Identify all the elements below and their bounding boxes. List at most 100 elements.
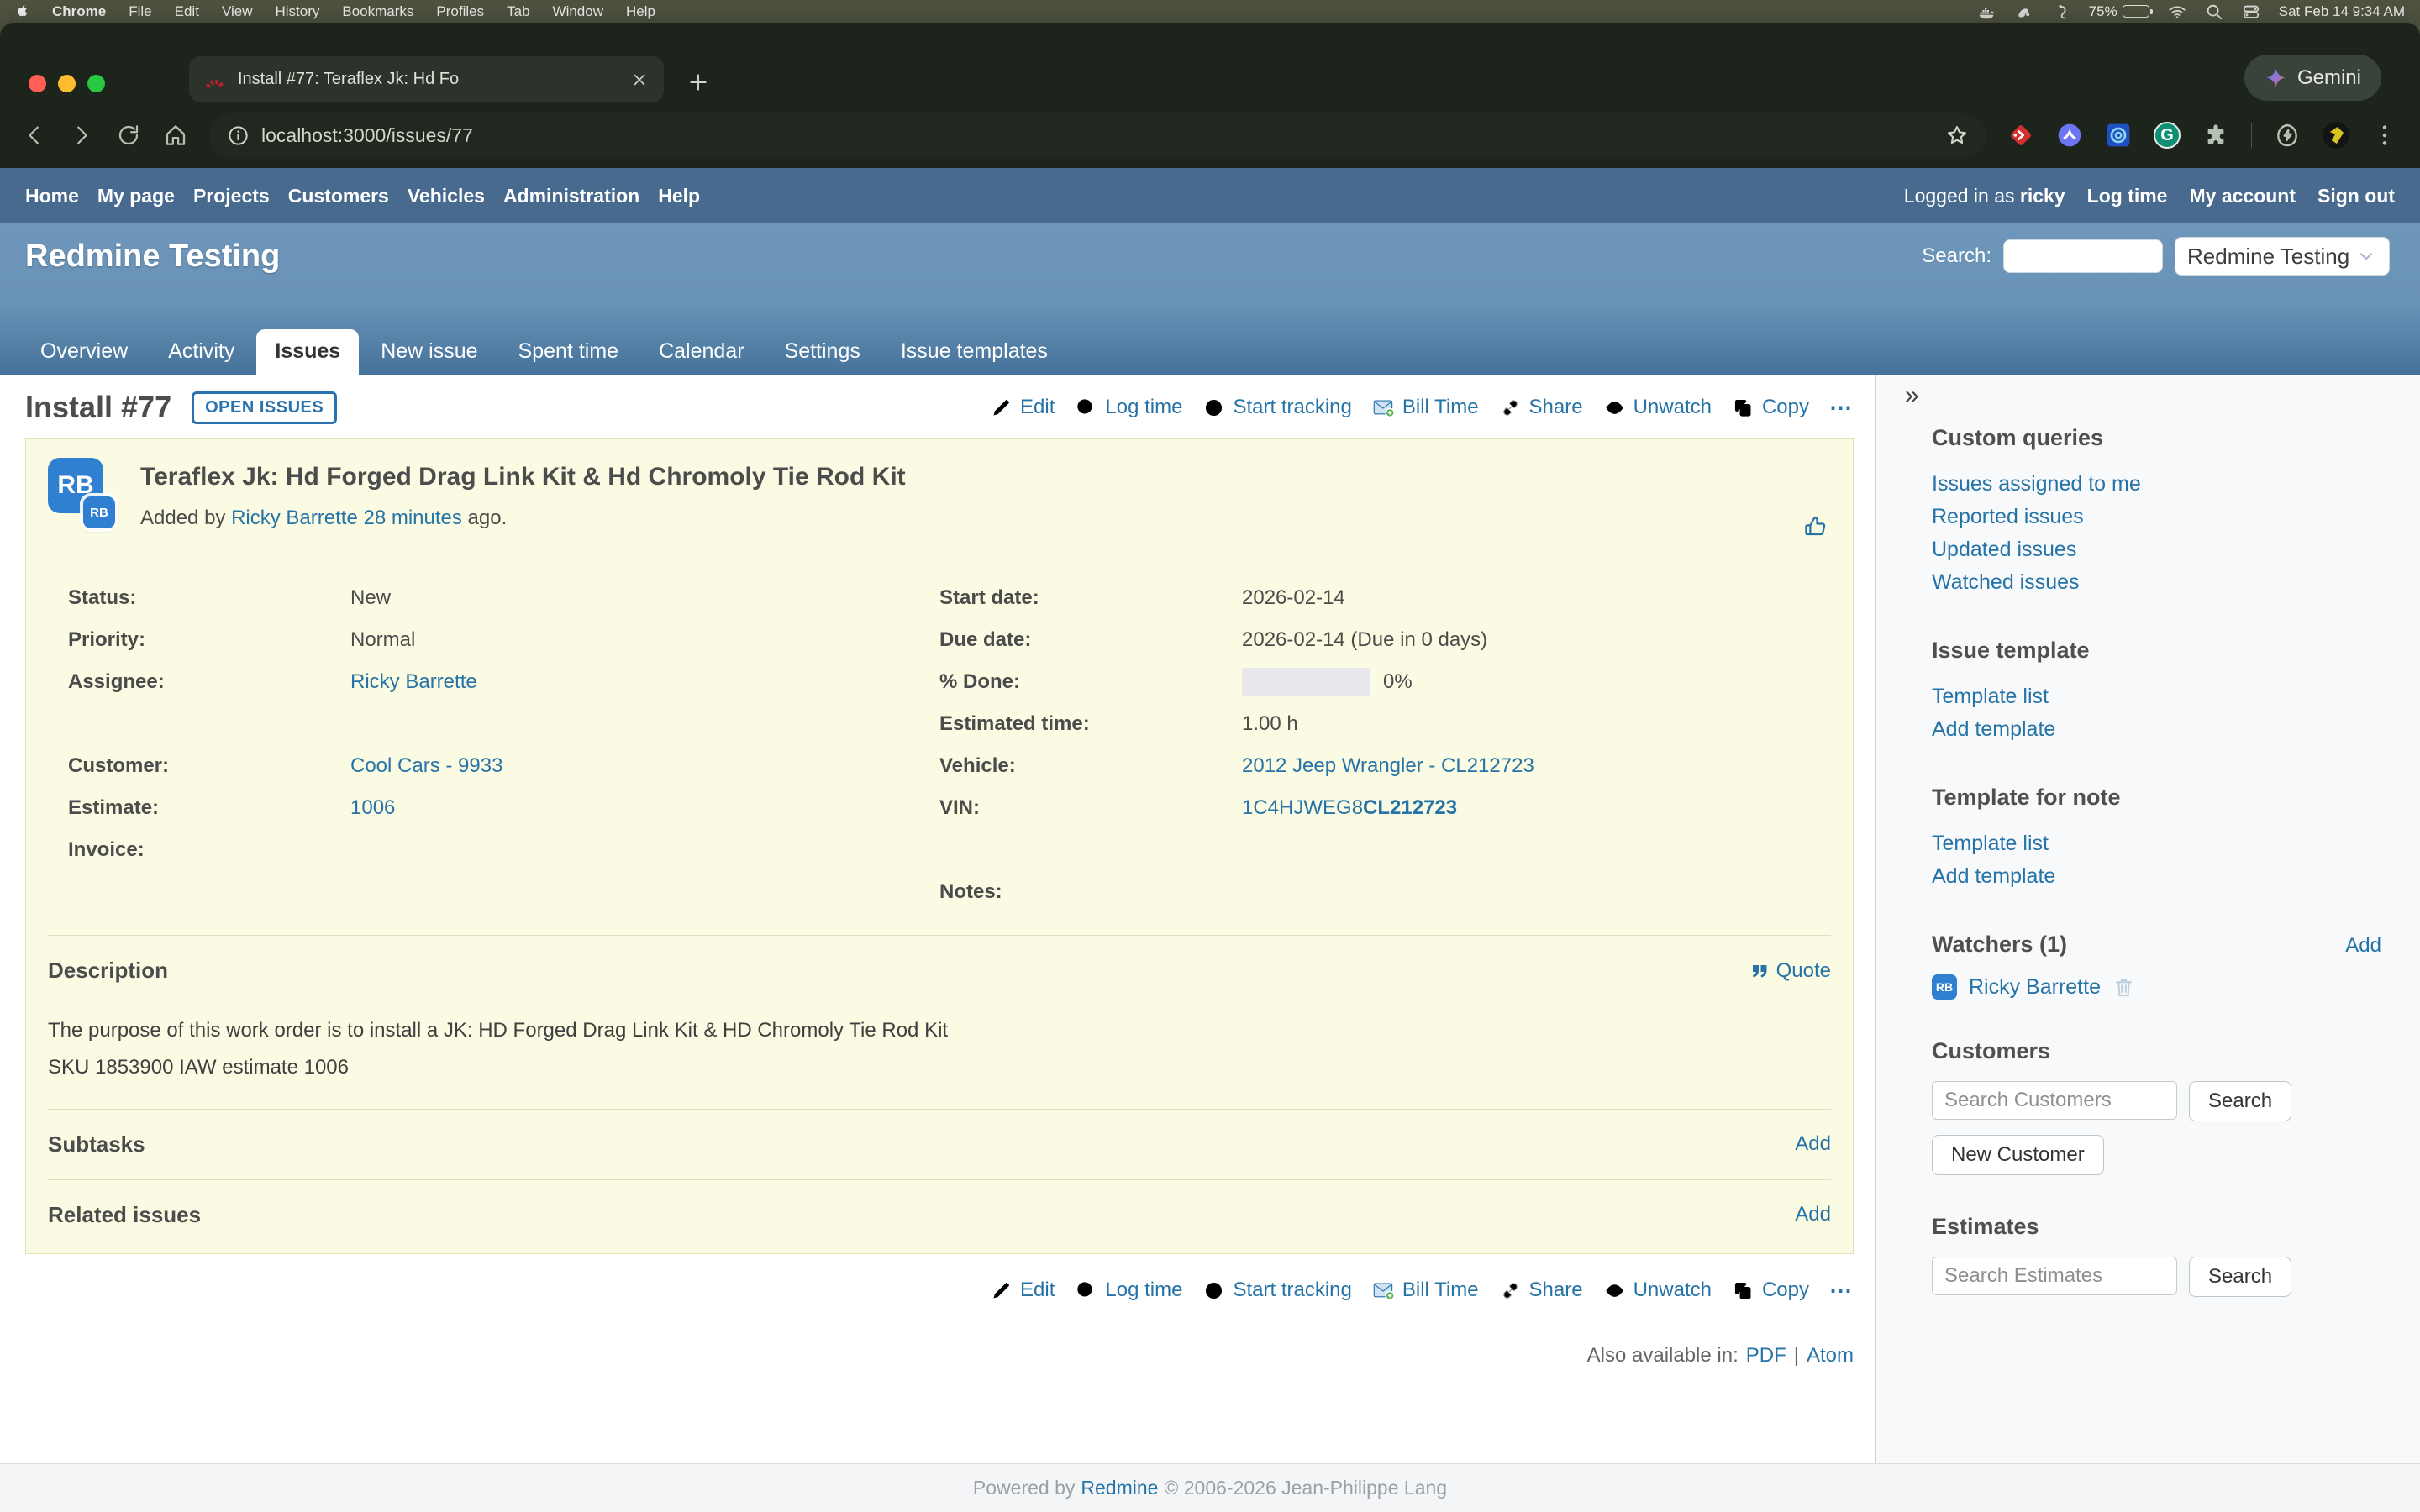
- blue-lock-extension-icon[interactable]: [2105, 122, 2132, 149]
- search-customers-input[interactable]: [1932, 1081, 2177, 1120]
- sidebar-link-reported-issues[interactable]: Reported issues: [1932, 501, 2381, 533]
- attr-link-vehicle[interactable]: 2012 Jeep Wrangler - CL212723: [1242, 754, 1534, 777]
- sidebar-link-issues-assigned-to-me[interactable]: Issues assigned to me: [1932, 468, 2381, 501]
- tab-calendar[interactable]: Calendar: [640, 329, 762, 375]
- pdf-link[interactable]: PDF: [1746, 1344, 1786, 1368]
- sidebar-link-template-list[interactable]: Template list: [1932, 680, 2381, 713]
- browser-tab[interactable]: Install #77: Teraflex Jk: Hd Fo: [189, 56, 664, 102]
- menubar-item-profiles[interactable]: Profiles: [436, 3, 484, 20]
- home-icon[interactable]: [163, 123, 188, 148]
- new-customer-button[interactable]: New Customer: [1932, 1135, 2104, 1175]
- search-input[interactable]: [2003, 239, 2163, 273]
- copy-link[interactable]: Copy: [1732, 396, 1809, 419]
- bill-time-link[interactable]: Bill Time: [1372, 1278, 1479, 1302]
- redmine-link[interactable]: Redmine: [1081, 1477, 1158, 1499]
- purple-circle-extension-icon[interactable]: [2056, 122, 2083, 149]
- zoom-window-button[interactable]: [87, 75, 105, 92]
- menubar-item-file[interactable]: File: [129, 3, 151, 20]
- open-issues-badge[interactable]: OPEN ISSUES: [192, 391, 337, 424]
- menubar-item-view[interactable]: View: [222, 3, 253, 20]
- atom-link[interactable]: Atom: [1807, 1344, 1854, 1368]
- seahorse-icon[interactable]: [2052, 3, 2070, 21]
- red-diamond-extension-icon[interactable]: [2007, 122, 2034, 149]
- tab-issues[interactable]: Issues: [256, 329, 359, 375]
- thumbs-up-icon[interactable]: [1802, 513, 1828, 538]
- subtasks-add-link[interactable]: Add: [1795, 1132, 1831, 1156]
- start-tracking-link[interactable]: Start tracking: [1202, 396, 1351, 419]
- menubar-item-bookmarks[interactable]: Bookmarks: [342, 3, 413, 20]
- battery-indicator[interactable]: 75%: [2089, 3, 2149, 20]
- creature-icon[interactable]: [2015, 3, 2033, 21]
- unwatch-link[interactable]: Unwatch: [1603, 1278, 1712, 1302]
- attr-value-vin[interactable]: 1C4HJWEG8CL212723: [1242, 796, 1831, 820]
- top-menu-administration-link[interactable]: Administration: [503, 185, 639, 207]
- unwatch-link[interactable]: Unwatch: [1603, 396, 1712, 419]
- top-menu-my-page-link[interactable]: My page: [97, 185, 175, 207]
- menubar-clock[interactable]: Sat Feb 14 9:34 AM: [2279, 3, 2405, 20]
- extensions-puzzle-icon[interactable]: [2202, 122, 2229, 149]
- project-jump-select[interactable]: Redmine Testing: [2175, 237, 2390, 276]
- reload-icon[interactable]: [116, 123, 141, 148]
- menubar-item-help[interactable]: Help: [626, 3, 655, 20]
- back-icon[interactable]: [22, 123, 47, 148]
- menubar-item-edit[interactable]: Edit: [175, 3, 199, 20]
- attr-link-assignee[interactable]: Ricky Barrette: [350, 670, 477, 693]
- top-menu-projects-link[interactable]: Projects: [193, 185, 270, 207]
- edit-link[interactable]: Edit: [990, 1278, 1055, 1302]
- author-link[interactable]: Ricky Barrette: [231, 507, 358, 529]
- quote-link[interactable]: Quote: [1749, 959, 1831, 983]
- forward-icon[interactable]: [69, 123, 94, 148]
- top-menu-my-account-link[interactable]: My account: [2189, 185, 2296, 207]
- search-customers-button[interactable]: Search: [2189, 1081, 2291, 1121]
- search-estimates-button[interactable]: Search: [2189, 1257, 2291, 1297]
- control-center-icon[interactable]: [2242, 3, 2260, 21]
- url-text[interactable]: localhost:3000/issues/77: [261, 124, 473, 147]
- watchers-add-link[interactable]: Add: [2345, 934, 2381, 958]
- docker-icon[interactable]: [1978, 3, 1996, 21]
- attr-link-customer[interactable]: Cool Cars - 9933: [350, 754, 502, 777]
- apple-logo-icon[interactable]: [15, 3, 29, 20]
- more-link[interactable]: ⋯: [1829, 395, 1854, 421]
- top-menu-sign-out-link[interactable]: Sign out: [2317, 185, 2395, 207]
- grammarly-extension-icon[interactable]: G: [2154, 122, 2181, 149]
- share-link[interactable]: Share: [1499, 1278, 1583, 1302]
- attr-value-vehicle[interactable]: 2012 Jeep Wrangler - CL212723: [1242, 754, 1831, 778]
- menubar-item-chrome[interactable]: Chrome: [52, 3, 106, 20]
- tab-new-issue[interactable]: New issue: [362, 329, 496, 375]
- attr-value-customer[interactable]: Cool Cars - 9933: [350, 754, 939, 778]
- tab-issue-templates[interactable]: Issue templates: [882, 329, 1066, 375]
- menubar-item-history[interactable]: History: [275, 3, 319, 20]
- address-bar[interactable]: localhost:3000/issues/77: [210, 113, 1986, 158]
- start-tracking-link[interactable]: Start tracking: [1202, 1278, 1351, 1302]
- added-time-link[interactable]: 28 minutes: [363, 507, 461, 529]
- energy-saver-icon[interactable]: [2274, 122, 2301, 149]
- attr-link-vin[interactable]: 1C4HJWEG8CL212723: [1242, 796, 1457, 819]
- more-link[interactable]: ⋯: [1829, 1278, 1854, 1304]
- share-link[interactable]: Share: [1499, 396, 1583, 419]
- new-tab-button[interactable]: [687, 71, 709, 93]
- sidebar-link-add-template[interactable]: Add template: [1932, 860, 2381, 893]
- menubar-item-window[interactable]: Window: [553, 3, 603, 20]
- attr-link-estimate[interactable]: 1006: [350, 796, 395, 819]
- sidebar-collapse-icon[interactable]: »: [1905, 381, 1919, 410]
- sidebar-link-updated-issues[interactable]: Updated issues: [1932, 533, 2381, 566]
- gemini-button[interactable]: Gemini: [2244, 55, 2381, 101]
- profile-avatar[interactable]: [2323, 122, 2349, 149]
- sidebar-link-add-template[interactable]: Add template: [1932, 713, 2381, 746]
- log-time-link[interactable]: Log time: [1075, 1278, 1182, 1302]
- log-time-link[interactable]: Log time: [1075, 396, 1182, 419]
- tab-overview[interactable]: Overview: [22, 329, 146, 375]
- tab-activity[interactable]: Activity: [150, 329, 253, 375]
- delete-watcher-icon[interactable]: [2112, 976, 2135, 999]
- minimize-window-button[interactable]: [58, 75, 76, 92]
- tab-spent-time[interactable]: Spent time: [500, 329, 638, 375]
- related-issues-add-link[interactable]: Add: [1795, 1203, 1831, 1226]
- top-menu-customers-link[interactable]: Customers: [288, 185, 389, 207]
- sidebar-link-watched-issues[interactable]: Watched issues: [1932, 566, 2381, 599]
- search-estimates-input[interactable]: [1932, 1257, 2177, 1295]
- spotlight-search-icon[interactable]: [2205, 3, 2223, 21]
- sidebar-link-template-list[interactable]: Template list: [1932, 827, 2381, 860]
- menubar-item-tab[interactable]: Tab: [507, 3, 529, 20]
- attr-value-estimate[interactable]: 1006: [350, 796, 939, 820]
- bill-time-link[interactable]: Bill Time: [1372, 396, 1479, 419]
